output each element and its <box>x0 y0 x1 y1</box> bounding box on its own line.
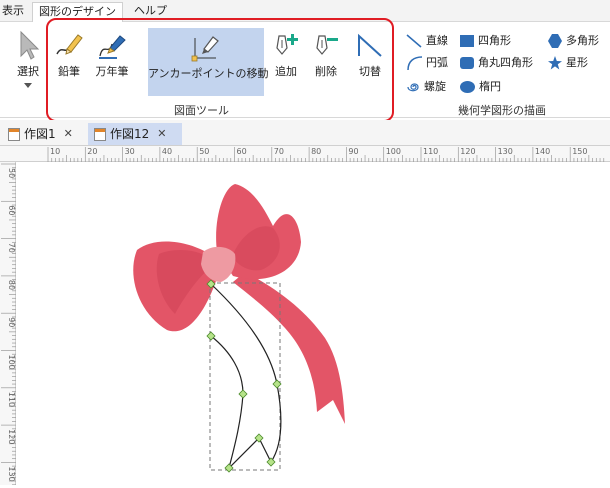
star-shape-label: 星形 <box>566 56 588 69</box>
ruler-tick-label: 80 <box>311 147 321 156</box>
ruler-tick-label: 110 <box>7 392 16 407</box>
ruler-tick-label: 50 <box>7 168 16 178</box>
document-tab-12[interactable]: 作図12 ✕ <box>88 123 182 145</box>
ruler-tick-label: 130 <box>498 147 513 156</box>
select-label: 選択 <box>17 65 39 78</box>
ruler-tick-label: 130 <box>7 466 16 481</box>
anchor-point-handle[interactable] <box>238 389 248 399</box>
menu-tab-view[interactable]: 表示 <box>0 2 30 22</box>
document-tab-1-label: 作図1 <box>24 127 56 141</box>
close-icon[interactable]: ✕ <box>64 123 73 145</box>
ruler-tick-label: 70 <box>274 147 284 156</box>
ruler-tick-label: 60 <box>7 205 16 215</box>
ruler-tick-label: 150 <box>572 147 587 156</box>
rounded-rectangle-icon <box>460 57 474 69</box>
arc-shape-button[interactable]: 円弧 <box>406 54 448 72</box>
drawing-tools-highlight <box>46 18 394 122</box>
spiral-shape-label: 螺旋 <box>424 80 446 93</box>
ruler-corner <box>0 146 46 162</box>
horizontal-ruler-ticks: 10 20 30 40 50 60 70 80 90 100 110 120 130 140 150 <box>47 147 605 162</box>
line-shape-label: 直線 <box>426 34 448 47</box>
document-icon <box>8 127 20 141</box>
ruler-tick-label: 100 <box>386 147 401 156</box>
select-button[interactable]: 選択 <box>10 30 46 100</box>
cursor-arrow-icon <box>20 30 40 60</box>
ellipse-shape-label: 楕円 <box>479 80 501 93</box>
ruler-tick-label: 10 <box>50 147 60 156</box>
dropdown-caret-icon <box>24 83 32 88</box>
line-icon <box>406 34 422 48</box>
bow-ribbon-tail[interactable] <box>233 272 345 424</box>
line-shape-button[interactable]: 直線 <box>406 32 448 50</box>
arc-shape-label: 円弧 <box>426 56 448 69</box>
arc-icon <box>407 56 422 70</box>
ellipse-shape-button[interactable]: 楕円 <box>460 78 501 96</box>
rectangle-shape-button[interactable]: 四角形 <box>460 32 511 50</box>
rounded-rectangle-shape-label: 角丸四角形 <box>478 56 533 69</box>
star-shape-button[interactable]: 星形 <box>548 54 588 72</box>
close-icon[interactable]: ✕ <box>157 123 166 145</box>
drawing-canvas[interactable] <box>17 162 610 485</box>
document-tab-12-label: 作図12 <box>110 127 150 141</box>
geometric-shapes-group-label: 幾何学図形の描画 <box>458 104 546 117</box>
ruler-tick-label: 90 <box>348 147 358 156</box>
ruler-tick-label: 40 <box>162 147 172 156</box>
polygon-shape-button[interactable]: 多角形 <box>548 32 599 50</box>
polygon-shape-label: 多角形 <box>566 34 599 47</box>
ruler-tick-label: 120 <box>7 429 16 444</box>
ruler-tick-label: 30 <box>125 147 135 156</box>
hexagon-icon <box>548 34 562 48</box>
vertical-ruler: 50 60 70 80 90 100 110 120 130 <box>0 162 16 486</box>
document-tab-bar: 作図1 ✕ 作図12 ✕ <box>0 120 610 146</box>
anchor-point-handle[interactable] <box>266 457 276 467</box>
ruler-tick-label: 120 <box>460 147 475 156</box>
rounded-rectangle-shape-button[interactable]: 角丸四角形 <box>460 54 533 72</box>
ruler-tick-label: 50 <box>199 147 209 156</box>
ruler-tick-label: 100 <box>7 355 16 370</box>
ruler-tick-label: 60 <box>237 147 247 156</box>
document-icon <box>94 127 106 141</box>
bow-drawing <box>133 184 345 473</box>
ruler-tick-label: 90 <box>7 317 16 327</box>
ruler-tick-label: 80 <box>7 280 16 290</box>
rectangle-icon <box>460 35 474 47</box>
star-icon <box>548 56 562 70</box>
ruler-tick-label: 110 <box>423 147 438 156</box>
ruler-tick-label: 70 <box>7 243 16 253</box>
rectangle-shape-label: 四角形 <box>478 34 511 47</box>
vertical-ruler-ticks: 50 60 70 80 90 100 110 120 130 <box>1 163 16 486</box>
horizontal-ruler: 10 20 30 40 50 60 70 80 90 100 110 120 130 140 150 <box>46 146 610 162</box>
ellipse-icon <box>460 81 475 93</box>
spiral-icon <box>407 83 419 92</box>
ruler-tick-label: 140 <box>535 147 550 156</box>
ruler-tick-label: 20 <box>87 147 97 156</box>
document-tab-1[interactable]: 作図1 ✕ <box>2 123 79 145</box>
spiral-shape-button[interactable]: 螺旋 <box>406 78 446 96</box>
